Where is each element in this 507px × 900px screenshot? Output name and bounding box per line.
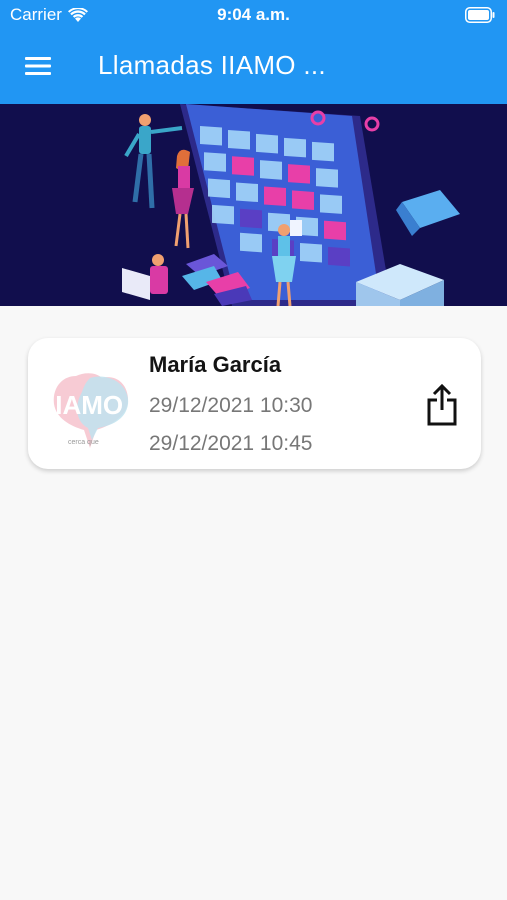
iiamo-logo: IIAMO cerca que [48, 373, 129, 448]
logo-text: IIAMO [48, 390, 123, 420]
menu-button[interactable] [20, 50, 56, 82]
caller-name: María García [149, 352, 282, 377]
banner-illustration [0, 104, 507, 306]
battery-icon [465, 7, 495, 23]
page-title: Llamadas IIAMO ... [98, 50, 326, 80]
app-header: Carrier 9:04 a.m. Llamadas IIAMO ... [0, 0, 507, 104]
call-start-time: 29/12/2021 10:30 [149, 394, 313, 417]
logo-tagline: cerca que [68, 439, 99, 446]
share-button[interactable] [422, 382, 462, 428]
hamburger-menu-icon [25, 57, 51, 75]
calendar-illustration [0, 104, 507, 306]
app-bar: Llamadas IIAMO ... [0, 36, 507, 96]
status-bar: Carrier 9:04 a.m. [0, 0, 507, 30]
call-end-time: 29/12/2021 10:45 [149, 432, 313, 455]
share-icon [427, 384, 457, 426]
call-card[interactable]: IIAMO cerca que María García 29/12/2021 … [28, 338, 481, 469]
status-time: 9:04 a.m. [217, 5, 290, 24]
